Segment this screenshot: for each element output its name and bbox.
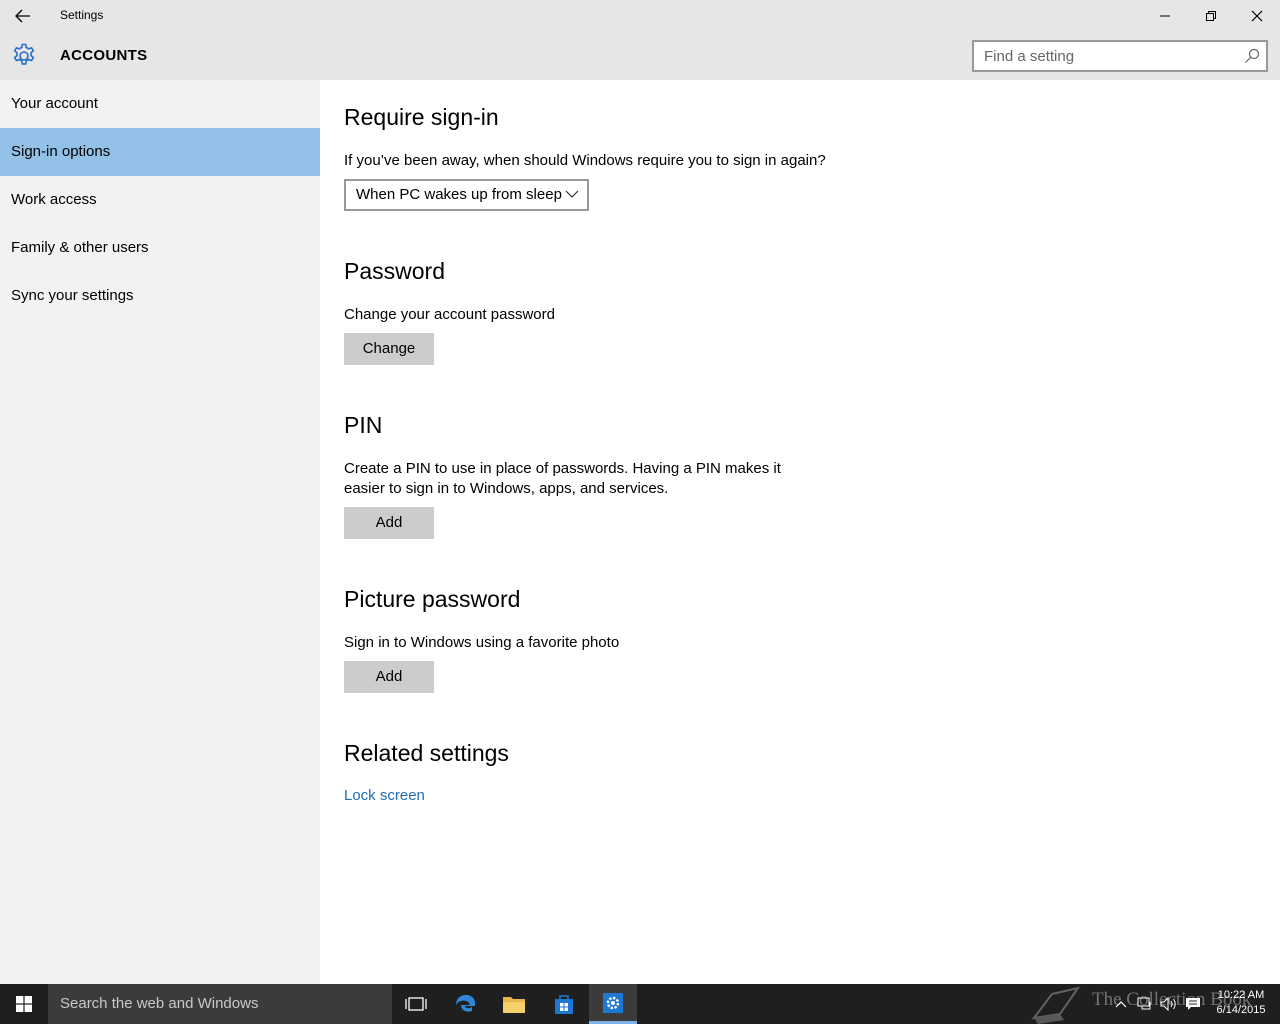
minimize-button[interactable] xyxy=(1142,0,1188,32)
action-center-icon xyxy=(1186,998,1200,1010)
file-explorer-button[interactable] xyxy=(490,984,538,1024)
task-view-button[interactable] xyxy=(392,984,440,1024)
edge-button[interactable] xyxy=(442,984,490,1024)
password-description: Change your account password xyxy=(344,306,555,323)
clock-date: 6/14/2015 xyxy=(1216,1004,1266,1016)
window-title: Settings xyxy=(60,8,104,22)
network-icon xyxy=(1137,997,1151,1010)
require-signin-dropdown[interactable]: When PC wakes up from sleep xyxy=(344,179,589,211)
search-icon[interactable] xyxy=(1244,48,1260,64)
pin-description-line2: easier to sign in to Windows, apps, and … xyxy=(344,480,669,497)
store-button[interactable] xyxy=(540,984,588,1024)
change-password-button[interactable]: Change xyxy=(344,333,434,365)
store-icon xyxy=(555,995,573,1014)
sidebar-item-work-access[interactable]: Work access xyxy=(0,176,320,224)
title-bar: Settings xyxy=(0,0,1280,32)
pin-heading: PIN xyxy=(344,412,383,438)
volume-button[interactable] xyxy=(1158,984,1180,1024)
sidebar-item-sync-settings[interactable]: Sync your settings xyxy=(0,272,320,320)
clock-time: 10:22 AM xyxy=(1217,989,1265,1001)
page-title: ACCOUNTS xyxy=(60,47,148,64)
chevron-up-icon xyxy=(1115,1001,1127,1008)
add-pin-button[interactable]: Add xyxy=(344,507,434,539)
settings-icon xyxy=(603,992,623,1013)
settings-taskbar-button[interactable] xyxy=(589,984,637,1024)
close-button[interactable] xyxy=(1234,0,1280,32)
sidebar: Your account Sign-in options Work access… xyxy=(0,80,320,984)
taskbar-search-placeholder: Search the web and Windows xyxy=(60,995,259,1012)
sidebar-item-family-other-users[interactable]: Family & other users xyxy=(0,224,320,272)
sidebar-item-sign-in-options[interactable]: Sign-in options xyxy=(0,128,320,176)
settings-header: ACCOUNTS xyxy=(0,32,1280,80)
picture-password-description: Sign in to Windows using a favorite phot… xyxy=(344,634,620,651)
main-content: Require sign-in If you’ve been away, whe… xyxy=(320,80,1280,984)
dropdown-value: When PC wakes up from sleep xyxy=(356,186,562,203)
taskbar-search[interactable]: Search the web and Windows xyxy=(48,984,392,1024)
find-setting-search[interactable] xyxy=(972,40,1268,72)
edge-icon xyxy=(456,995,476,1012)
minimize-icon xyxy=(1160,15,1170,17)
show-hidden-icons-button[interactable] xyxy=(1112,984,1130,1024)
search-input[interactable] xyxy=(984,46,1234,66)
windows-logo-icon xyxy=(16,996,32,1012)
task-view-icon xyxy=(405,997,427,1011)
picture-password-heading: Picture password xyxy=(344,586,521,612)
network-button[interactable] xyxy=(1134,984,1156,1024)
require-signin-question: If you’ve been away, when should Windows… xyxy=(344,152,826,169)
back-arrow-icon xyxy=(15,9,30,23)
gear-icon xyxy=(13,43,35,65)
restore-button[interactable] xyxy=(1188,0,1234,32)
related-settings-heading: Related settings xyxy=(344,740,509,766)
action-center-button[interactable] xyxy=(1182,984,1204,1024)
start-button[interactable] xyxy=(0,984,48,1024)
taskbar: Search the web and Windows The Collectio… xyxy=(0,984,1280,1024)
close-icon xyxy=(1251,10,1263,22)
clock[interactable]: 10:22 AM 6/14/2015 xyxy=(1208,988,1274,1018)
password-heading: Password xyxy=(344,258,445,284)
volume-icon xyxy=(1160,997,1176,1011)
add-picture-password-button[interactable]: Add xyxy=(344,661,434,693)
sidebar-item-your-account[interactable]: Your account xyxy=(0,80,320,128)
back-button[interactable] xyxy=(0,0,46,32)
lock-screen-link[interactable]: Lock screen xyxy=(344,787,425,804)
require-signin-heading: Require sign-in xyxy=(344,104,499,130)
restore-icon xyxy=(1206,11,1216,21)
pin-description-line1: Create a PIN to use in place of password… xyxy=(344,460,781,477)
file-explorer-icon xyxy=(503,997,525,1013)
chevron-down-icon xyxy=(565,190,579,198)
